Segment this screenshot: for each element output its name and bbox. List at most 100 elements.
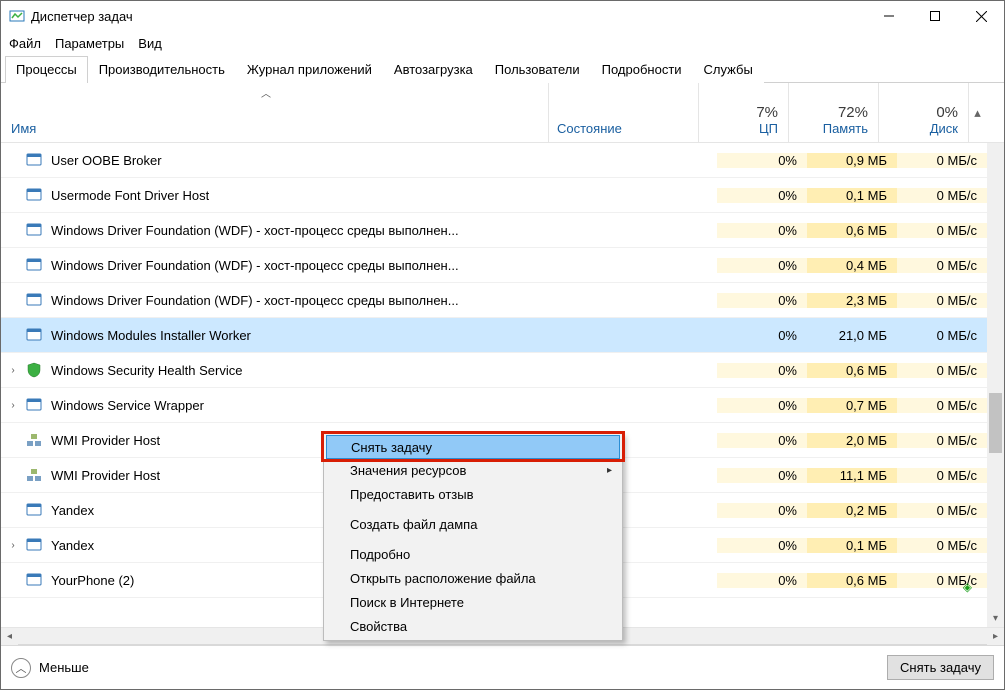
process-mem: 0,1 МБ — [807, 188, 897, 203]
scroll-up-icon[interactable]: ▴ — [969, 83, 986, 142]
table-row[interactable]: ›Windows Service Wrapper0%0,7 МБ0 МБ/с — [1, 388, 1004, 423]
process-disk: 0 МБ/с — [897, 433, 987, 448]
process-disk: 0 МБ/с — [897, 223, 987, 238]
cpu-lbl: ЦП — [759, 121, 778, 136]
mem-lbl: Память — [823, 121, 868, 136]
tab-apphistory[interactable]: Журнал приложений — [236, 56, 383, 83]
scroll-right-icon[interactable]: ▸ — [987, 628, 1004, 645]
ctx-search-web-label: Поиск в Интернете — [350, 595, 464, 610]
col-header-state[interactable]: Состояние — [549, 83, 699, 142]
process-name-cell: User OOBE Broker — [25, 152, 567, 168]
process-name: Windows Modules Installer Worker — [51, 328, 251, 343]
process-cpu: 0% — [717, 328, 807, 343]
process-name-cell: Windows Modules Installer Worker — [25, 327, 567, 343]
col-header-disk[interactable]: 0% Диск — [879, 83, 969, 142]
process-disk: 0 МБ/с — [897, 398, 987, 413]
process-icon — [25, 222, 43, 238]
minimize-button[interactable] — [866, 1, 912, 31]
tab-users[interactable]: Пользователи — [484, 56, 591, 83]
table-row[interactable]: Windows Driver Foundation (WDF) - хост-п… — [1, 213, 1004, 248]
ctx-open-location-label: Открыть расположение файла — [350, 571, 536, 586]
expand-toggle[interactable]: › — [1, 365, 25, 376]
process-disk: 0 МБ/с — [897, 468, 987, 483]
process-name-cell: Windows Service Wrapper — [25, 397, 567, 413]
vertical-scrollbar[interactable]: ▾ — [987, 143, 1004, 627]
process-icon — [25, 292, 43, 308]
mem-pct: 72% — [838, 104, 868, 121]
table-row[interactable]: Windows Driver Foundation (WDF) - хост-п… — [1, 248, 1004, 283]
ctx-open-location[interactable]: Открыть расположение файла — [326, 566, 620, 590]
process-icon — [25, 362, 43, 378]
process-mem: 21,0 МБ — [807, 328, 897, 343]
col-header-cpu[interactable]: 7% ЦП — [699, 83, 789, 142]
maximize-button[interactable] — [912, 1, 958, 31]
ctx-details[interactable]: Подробно — [326, 542, 620, 566]
ctx-resource-values-label: Значения ресурсов — [350, 463, 466, 478]
scrollbar-track[interactable] — [987, 143, 1004, 610]
expand-toggle[interactable]: › — [1, 540, 25, 551]
process-cpu: 0% — [717, 258, 807, 273]
tab-details[interactable]: Подробности — [591, 56, 693, 83]
ctx-search-web[interactable]: Поиск в Интернете — [326, 590, 620, 614]
process-name: Yandex — [51, 538, 94, 553]
table-row[interactable]: ›Windows Security Health Service0%0,6 МБ… — [1, 353, 1004, 388]
process-name: Usermode Font Driver Host — [51, 188, 209, 203]
process-cpu: 0% — [717, 468, 807, 483]
leaf-icon: ◈ — [963, 580, 972, 594]
process-name-cell: Windows Driver Foundation (WDF) - хост-п… — [25, 257, 567, 273]
process-disk: 0 МБ/с — [897, 293, 987, 308]
ctx-feedback-label: Предоставить отзыв — [350, 487, 474, 502]
end-task-button[interactable]: Снять задачу — [887, 655, 994, 680]
process-icon — [25, 467, 43, 483]
process-mem: 2,3 МБ — [807, 293, 897, 308]
table-row[interactable]: Usermode Font Driver Host0%0,1 МБ0 МБ/с — [1, 178, 1004, 213]
scroll-down-icon[interactable]: ▾ — [987, 610, 1004, 627]
menu-file[interactable]: Файл — [9, 36, 41, 51]
process-icon — [25, 432, 43, 448]
window-title: Диспетчер задач — [31, 9, 866, 24]
fewer-details-button[interactable]: ︿ Меньше — [11, 658, 89, 678]
process-name: WMI Provider Host — [51, 468, 160, 483]
process-icon — [25, 152, 43, 168]
process-name: Windows Driver Foundation (WDF) - хост-п… — [51, 293, 459, 308]
ctx-resource-values[interactable]: Значения ресурсов▸ — [326, 458, 620, 482]
col-header-name[interactable]: ︿ Имя — [1, 83, 549, 142]
process-cpu: 0% — [717, 188, 807, 203]
process-cpu: 0% — [717, 503, 807, 518]
ctx-properties[interactable]: Свойства — [326, 614, 620, 638]
close-button[interactable] — [958, 1, 1004, 31]
tab-services[interactable]: Службы — [693, 56, 764, 83]
process-cpu: 0% — [717, 538, 807, 553]
col-header-mem[interactable]: 72% Память — [789, 83, 879, 142]
content: ︿ Имя Состояние 7% ЦП 72% Память 0% Диск… — [1, 83, 1004, 645]
ctx-feedback[interactable]: Предоставить отзыв — [326, 482, 620, 506]
table-row[interactable]: Windows Modules Installer Worker 0%21,0 М… — [1, 318, 1004, 353]
tab-processes[interactable]: Процессы — [5, 56, 88, 83]
disk-pct: 0% — [936, 104, 958, 121]
process-name-cell: Usermode Font Driver Host — [25, 187, 567, 203]
table-row[interactable]: User OOBE Broker0%0,9 МБ0 МБ/с — [1, 143, 1004, 178]
menu-view[interactable]: Вид — [138, 36, 162, 51]
process-disk: 0 МБ/с — [897, 258, 987, 273]
col-header-state-label: Состояние — [557, 121, 622, 136]
ctx-create-dump[interactable]: Создать файл дампа — [326, 512, 620, 536]
process-icon — [25, 257, 43, 273]
tab-performance[interactable]: Производительность — [88, 56, 236, 83]
context-menu: Снять задачу Значения ресурсов▸ Предоста… — [323, 433, 623, 641]
app-icon — [9, 8, 25, 24]
chevron-up-icon: ︿ — [11, 658, 31, 678]
expand-toggle[interactable]: › — [1, 400, 25, 411]
ctx-properties-label: Свойства — [350, 619, 407, 634]
menu-options[interactable]: Параметры — [55, 36, 124, 51]
process-cpu: 0% — [717, 573, 807, 588]
table-row[interactable]: Windows Driver Foundation (WDF) - хост-п… — [1, 283, 1004, 318]
scroll-left-icon[interactable]: ◂ — [1, 628, 18, 645]
scrollbar-thumb[interactable] — [989, 393, 1002, 453]
process-cpu: 0% — [717, 433, 807, 448]
ctx-end-task[interactable]: Снять задачу — [326, 435, 620, 459]
tabs: Процессы Производительность Журнал прило… — [1, 55, 1004, 83]
process-name: Windows Service Wrapper — [51, 398, 204, 413]
tab-startup[interactable]: Автозагрузка — [383, 56, 484, 83]
process-cpu: 0% — [717, 153, 807, 168]
process-mem: 0,6 МБ — [807, 573, 897, 588]
